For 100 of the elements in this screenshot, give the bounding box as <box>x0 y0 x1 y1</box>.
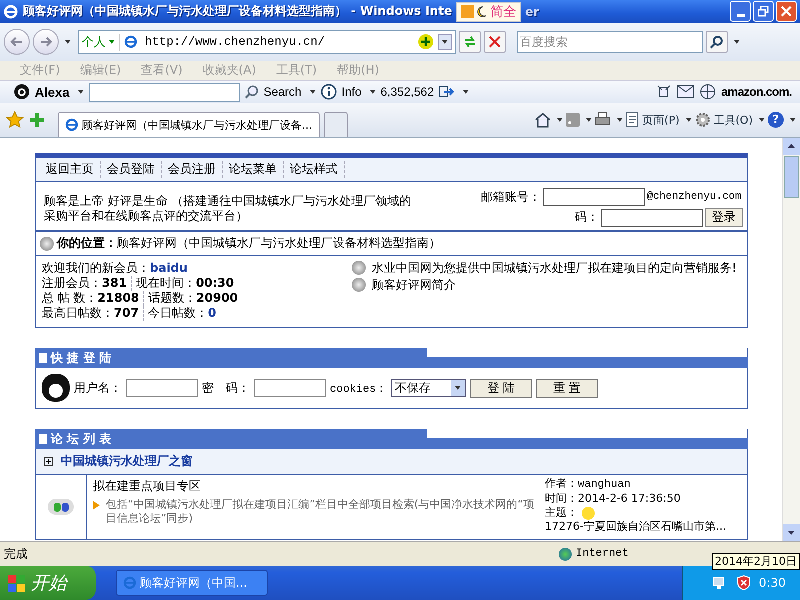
url-text: http://www.chenzhenyu.cn/ <box>145 35 326 49</box>
start-button[interactable]: 开始 <box>0 566 96 600</box>
minimize-button[interactable] <box>730 1 751 22</box>
caret-icon[interactable] <box>310 90 316 94</box>
password-field[interactable] <box>601 208 703 226</box>
category-link[interactable]: 中国城镇污水处理厂之窗 <box>61 453 193 470</box>
restore-button[interactable] <box>753 1 774 22</box>
cookies-select[interactable]: 不保存 <box>391 379 466 397</box>
expand-toggle[interactable] <box>44 457 53 466</box>
back-button[interactable] <box>4 29 30 55</box>
traffic-rank: 6,352,562 <box>380 85 434 99</box>
globe-icon[interactable] <box>700 84 716 100</box>
status-text: 完成 <box>4 546 28 562</box>
email-domain: @chenzhenyu.com <box>647 191 743 203</box>
caret-icon[interactable] <box>790 118 796 122</box>
mail-icon[interactable] <box>677 85 696 99</box>
forward-button[interactable] <box>33 29 59 55</box>
notice-link[interactable]: 水业中国网为您提供中国城镇污水处理厂拟在建项目的定向营销服务! <box>372 261 737 276</box>
alexa-search-button[interactable]: Search <box>264 85 302 99</box>
page-icon <box>626 112 640 128</box>
scroll-down-icon[interactable] <box>783 524 800 541</box>
username-label: 用户名： <box>74 380 122 396</box>
caret-icon[interactable] <box>616 118 623 122</box>
password-field[interactable] <box>254 379 326 397</box>
nav-link[interactable]: 论坛菜单 <box>223 161 284 178</box>
stop-icon <box>489 36 501 48</box>
login-button[interactable]: 登 陆 <box>470 378 532 398</box>
time-text: 时间：2014-2-6 17:36:50 <box>545 492 682 506</box>
caret-icon[interactable] <box>463 90 470 94</box>
home-icon[interactable] <box>534 112 551 128</box>
amazon-logo[interactable]: amazon.com. <box>721 85 792 99</box>
stat-text: 最高日帖数：707 <box>42 306 140 321</box>
email-field[interactable] <box>543 188 645 206</box>
export-arrow-icon[interactable] <box>439 85 456 99</box>
page-menu[interactable]: 页面(P) <box>642 112 680 128</box>
location-text: 你的位置：顾客好评网（中国城镇水厂与污水处理厂设备材料选型指南） <box>57 235 441 252</box>
refresh-button[interactable] <box>459 31 481 53</box>
add-icon[interactable] <box>418 34 434 50</box>
ime-toolbar[interactable]: 简全 <box>456 2 522 22</box>
globe-icon <box>559 548 572 560</box>
windows-flag-icon <box>8 574 25 592</box>
login-button[interactable]: 登录 <box>705 208 743 227</box>
help-button[interactable]: ? <box>768 112 784 128</box>
browser-logo-icon <box>3 4 19 20</box>
close-button[interactable] <box>776 1 797 22</box>
clock: 0:30 <box>759 576 786 590</box>
ime-mode-icon <box>461 5 474 18</box>
forum-icon <box>48 499 74 515</box>
topic-label: 主题： <box>545 506 578 520</box>
browser-page-icon <box>123 576 137 590</box>
search-field[interactable]: 百度搜索 <box>517 31 703 53</box>
reset-button[interactable]: 重 置 <box>536 378 598 398</box>
close-icon <box>781 6 792 17</box>
search-button[interactable] <box>706 31 728 53</box>
stat-text: 话题数：20900 <box>143 291 238 306</box>
caret-icon[interactable] <box>586 118 592 122</box>
caret-icon[interactable] <box>686 118 692 122</box>
password-label: 码： <box>575 209 599 226</box>
browser-tab[interactable]: 顾客好评网（中国城镇水厂与污水处理厂设备... <box>58 112 320 137</box>
site-slogan: 顾客是上帝 好评是生命 （搭建通往中国城镇水厂与污水处理厂领域的采购平台和在线顾客点评的交流平台） <box>44 194 413 225</box>
stat-text: 今日帖数：0 <box>143 306 216 321</box>
address-field[interactable]: 个人 http://www.chenzhenyu.cn/ <box>78 30 456 54</box>
topic-link[interactable]: 17276-宁夏回族自治区石嘴山市第... <box>545 520 726 534</box>
arrow-left-icon <box>10 35 24 49</box>
username-field[interactable] <box>126 379 198 397</box>
print-icon[interactable] <box>594 112 611 128</box>
nav-link[interactable]: 返回主页 <box>40 161 101 178</box>
stat-text: 注册会员：381 <box>42 276 128 291</box>
alexa-brand[interactable]: Alexa <box>35 84 70 100</box>
alexa-search-field[interactable] <box>88 82 240 102</box>
password-label: 密 码： <box>202 380 250 396</box>
taskbar-button[interactable]: 顾客好评网（中国... <box>116 570 268 596</box>
zone-indicator: Internet <box>576 548 630 560</box>
caret-icon[interactable] <box>78 90 84 94</box>
tools-menu[interactable]: 工具(O) <box>714 112 753 128</box>
dropdown-button[interactable] <box>438 34 452 50</box>
search-icon <box>244 85 259 99</box>
scroll-thumb[interactable] <box>784 156 799 198</box>
caret-icon[interactable] <box>370 90 376 94</box>
history-caret-icon[interactable] <box>65 40 71 44</box>
favorites-star-icon[interactable] <box>6 111 24 129</box>
stop-button[interactable] <box>484 31 506 53</box>
nav-link[interactable]: 会员登陆 <box>101 161 162 178</box>
scroll-up-icon[interactable] <box>783 138 800 155</box>
minimize-icon <box>736 14 744 17</box>
nav-link[interactable]: 会员注册 <box>162 161 223 178</box>
scrollbar[interactable] <box>782 138 800 541</box>
moon-icon <box>477 6 488 18</box>
email-label: 邮箱账号： <box>481 188 541 206</box>
add-favorite-icon[interactable] <box>28 111 46 129</box>
search-options-caret-icon[interactable] <box>734 40 740 44</box>
forum-description: 包括“中国城镇污水处理厂拟在建项目汇编”栏目中全部项目检索(与中国净水技术网的“项目信息论坛”同步) <box>106 498 536 526</box>
nav-link[interactable]: 论坛样式 <box>284 161 345 178</box>
forum-link[interactable]: 拟在建重点项目专区 <box>93 478 537 495</box>
stat-text: 总 帖 数：21808 <box>42 291 140 306</box>
info-button[interactable]: Info <box>342 85 362 99</box>
section-title: 论 坛 列 表 <box>51 430 112 448</box>
profile-dropdown[interactable]: 个人 <box>82 34 120 50</box>
notice-link[interactable]: 顾客好评网简介 <box>372 278 456 293</box>
shield-icon[interactable] <box>737 575 752 591</box>
